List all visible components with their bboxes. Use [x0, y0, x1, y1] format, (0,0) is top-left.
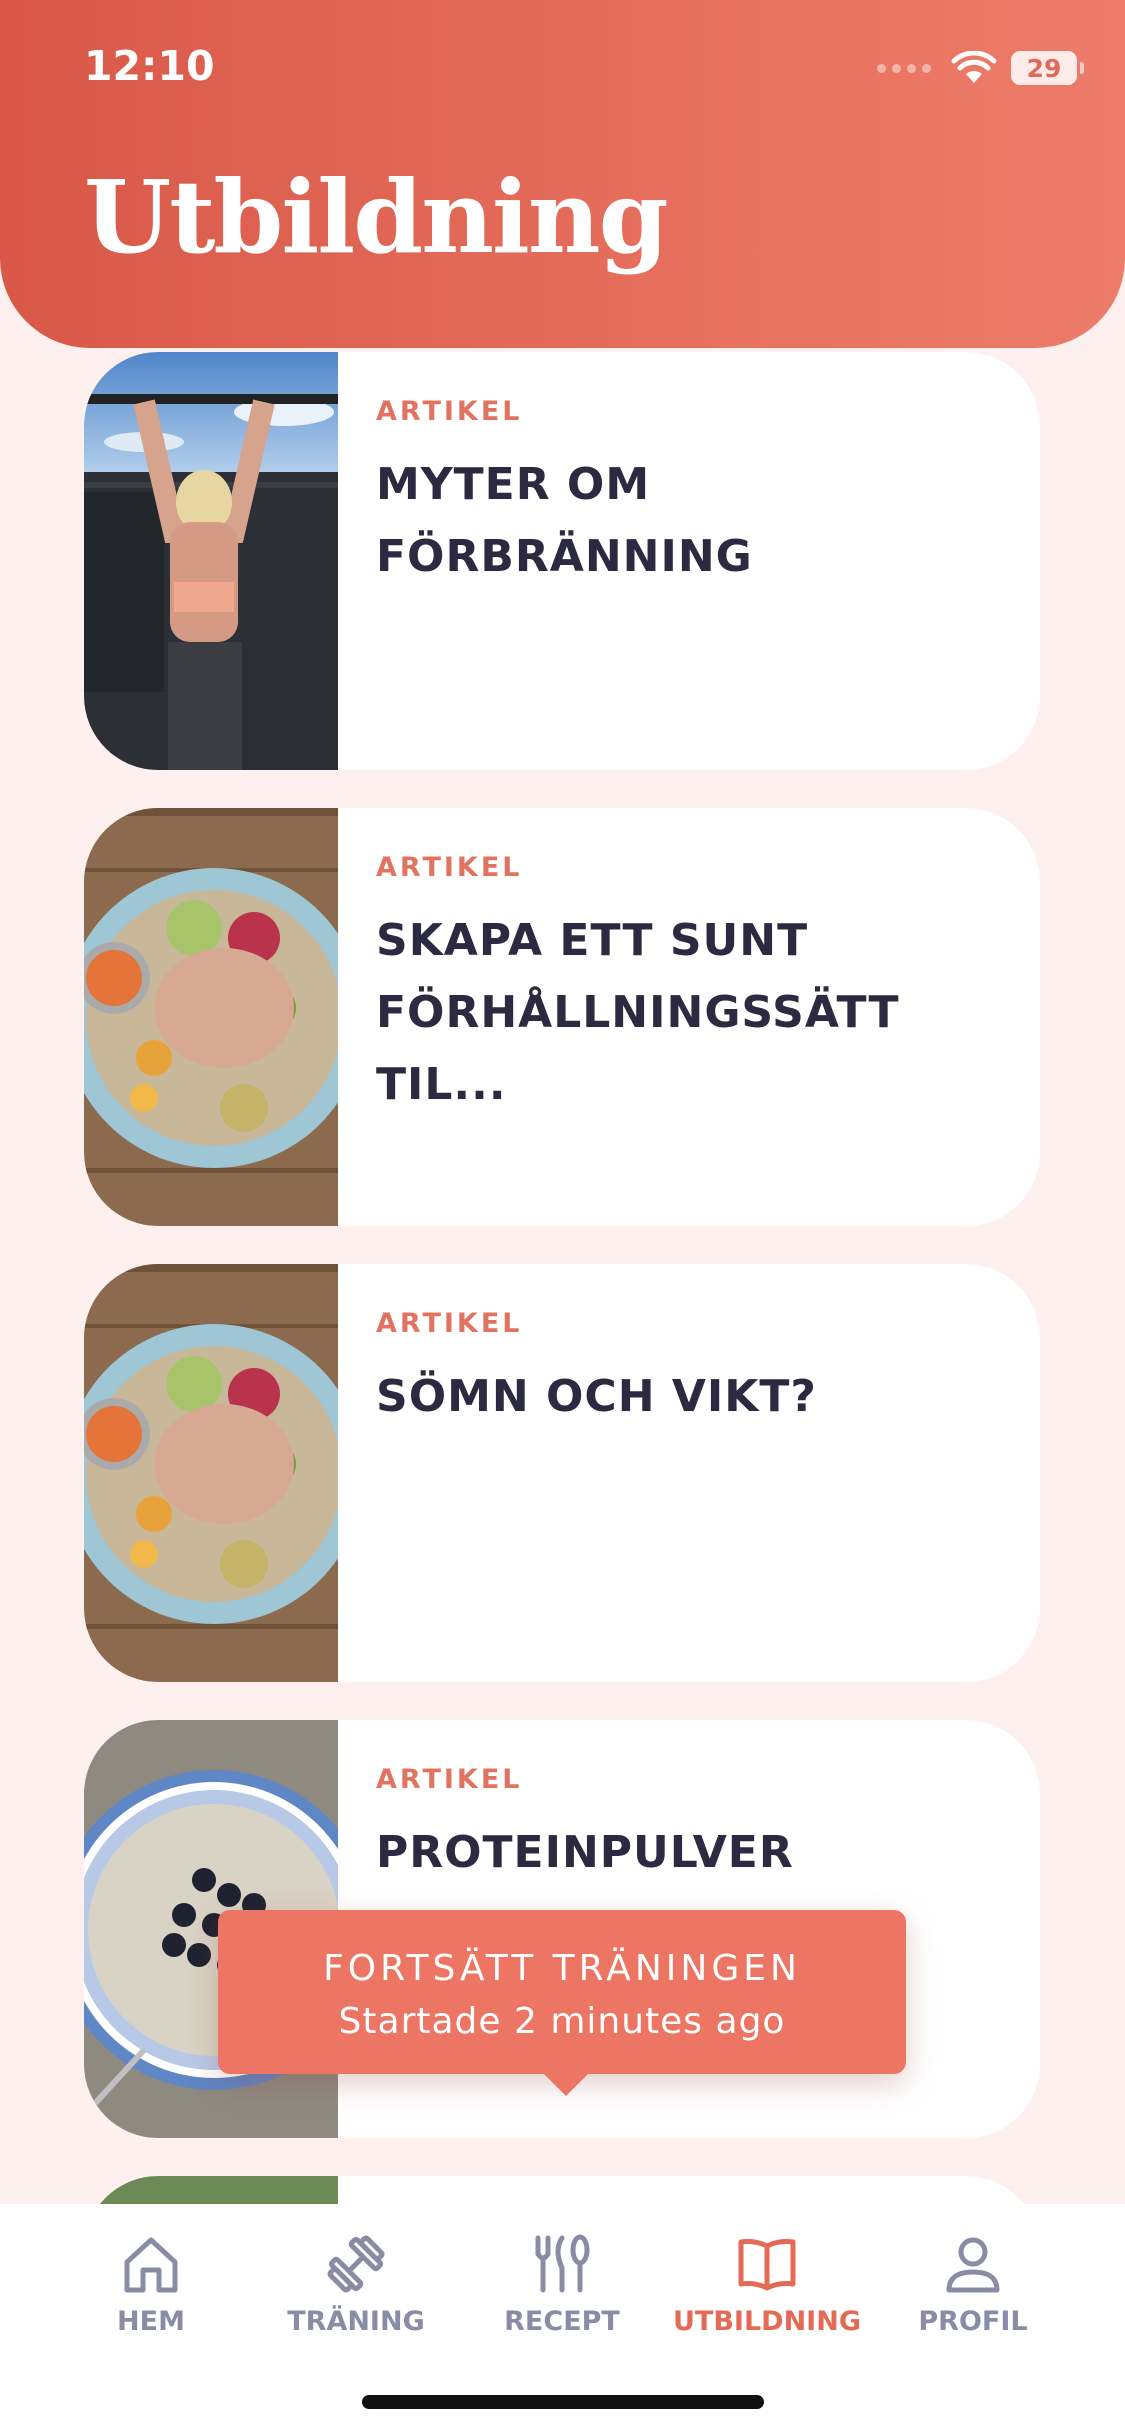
tab-hem[interactable]: HEM — [51, 2232, 251, 2337]
home-icon — [124, 2237, 178, 2293]
article-type: ARTIKEL — [376, 1764, 523, 1795]
person-icon — [946, 2237, 1000, 2293]
article-title: MYTER OM FÖRBRÄNNING — [376, 459, 753, 582]
tab-label: HEM — [117, 2306, 185, 2337]
tab-label: PROFIL — [918, 2306, 1028, 2337]
continue-training-toast[interactable]: FORTSÄTT TRÄNINGEN Startade 2 minutes ag… — [218, 1910, 906, 2096]
cellular-signal-icon — [877, 63, 931, 73]
tab-label: RECEPT — [504, 2306, 620, 2337]
article-title: SÖMN OCH VIKT? — [376, 1371, 817, 1422]
tab-profil[interactable]: PROFIL — [873, 2232, 1073, 2337]
dumbbell-icon — [327, 2235, 385, 2293]
toast-title: FORTSÄTT TRÄNINGEN — [323, 1948, 801, 1989]
battery-icon: 29 — [1011, 51, 1084, 85]
article-card[interactable]: ARTIKEL SKAPA ETT SUNT FÖRHÅLLNINGSSÄTT … — [84, 808, 1040, 1226]
article-type: ARTIKEL — [376, 1308, 523, 1339]
article-card[interactable]: ARTIKEL SÖMN OCH VIKT? — [84, 1264, 1040, 1682]
header: 12:10 29 Utbildning — [0, 0, 1125, 348]
wifi-icon — [951, 51, 997, 83]
page-title: Utbildning — [84, 158, 669, 276]
tab-label: UTBILDNING — [673, 2306, 861, 2337]
status-time: 12:10 — [84, 42, 215, 90]
article-title: PROTEINPULVER — [376, 1827, 794, 1878]
tab-label: TRÄNING — [287, 2306, 425, 2337]
article-thumbnail — [84, 352, 338, 770]
article-title: SKAPA ETT SUNT FÖRHÅLLNINGSSÄTT TIL... — [376, 915, 900, 1110]
book-icon — [738, 2239, 796, 2291]
tab-utbildning[interactable]: UTBILDNING — [667, 2232, 867, 2337]
tab-traning[interactable]: TRÄNING — [256, 2232, 456, 2337]
article-type: ARTIKEL — [376, 852, 523, 883]
article-thumbnail — [84, 808, 338, 1226]
article-thumbnail — [84, 1264, 338, 1682]
cutlery-icon — [535, 2234, 590, 2293]
toast-subtitle: Startade 2 minutes ago — [338, 2001, 786, 2042]
tab-recept[interactable]: RECEPT — [462, 2232, 662, 2337]
article-type: ARTIKEL — [376, 396, 523, 427]
status-icons: 29 — [877, 46, 1084, 90]
article-card[interactable]: ARTIKEL MYTER OM FÖRBRÄNNING — [84, 352, 1040, 770]
home-indicator[interactable] — [362, 2395, 764, 2409]
